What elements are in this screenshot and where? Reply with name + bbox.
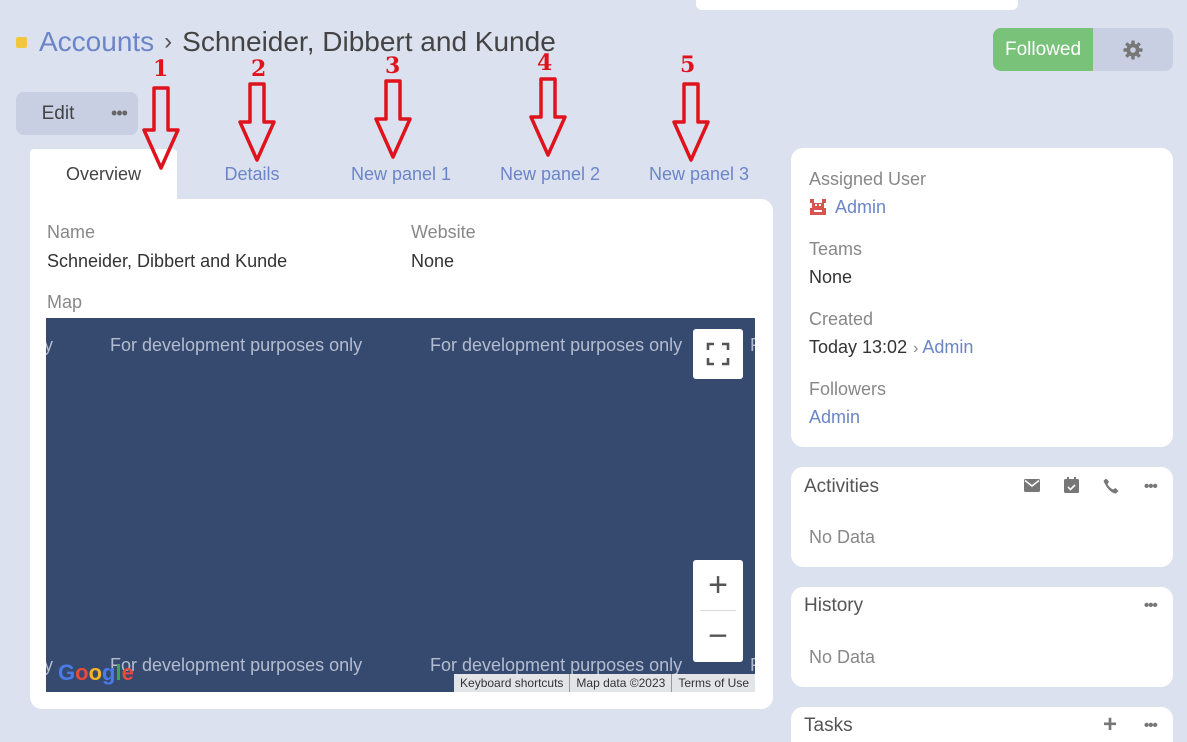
page-title: Schneider, Dibbert and Kunde	[182, 26, 556, 57]
map-attribution: Keyboard shortcuts Map data ©2023 Terms …	[454, 674, 755, 692]
activities-empty-text: No Data	[809, 527, 876, 547]
annotation-arrow-icon	[238, 82, 276, 162]
activities-title: Activities	[804, 476, 879, 497]
add-task-button[interactable]: +	[1103, 711, 1117, 739]
followed-button[interactable]: Followed	[993, 28, 1093, 71]
fullscreen-button[interactable]	[693, 329, 743, 379]
created-row: Today 13:02 › Admin	[809, 337, 973, 358]
edit-button-group: Edit •••	[16, 92, 138, 135]
annotation-arrow-icon	[529, 77, 567, 157]
created-separator: ›	[913, 340, 919, 357]
created-value: Today 13:02	[809, 337, 908, 357]
avatar	[809, 198, 827, 216]
created-by-link[interactable]: Admin	[922, 337, 973, 358]
side-info-panel	[791, 148, 1173, 447]
history-more-icon[interactable]: •••	[1144, 597, 1158, 614]
scope-color-icon	[16, 36, 27, 48]
name-label: Name	[47, 222, 96, 242]
zoom-control: + −	[693, 560, 743, 662]
annotation-number: 5	[680, 52, 696, 78]
breadcrumb-separator: ›	[164, 28, 173, 55]
tasks-more-icon[interactable]: •••	[1144, 717, 1158, 734]
annotation-number: 3	[385, 53, 401, 79]
edit-button[interactable]: Edit	[16, 92, 100, 135]
website-value: None	[411, 251, 455, 271]
map-watermark: For development purposes only	[430, 335, 683, 355]
calendar-icon[interactable]	[1064, 477, 1079, 493]
map-watermark: For development purposes only	[430, 655, 683, 675]
annotation-number: 2	[251, 56, 267, 82]
follower-link[interactable]: Admin	[809, 407, 860, 428]
followers-label: Followers	[809, 379, 887, 399]
website-label: Website	[411, 222, 476, 242]
assigned-user-link[interactable]: Admin	[835, 197, 886, 218]
zoom-out-button[interactable]: −	[693, 611, 743, 661]
map-watermark: y	[46, 335, 53, 355]
search-box[interactable]	[696, 0, 1018, 10]
activities-more-icon[interactable]: •••	[1144, 478, 1158, 495]
map-label: Map	[47, 292, 83, 312]
map-watermark: For development purposes only	[110, 335, 363, 355]
map-watermark: y	[46, 655, 53, 675]
map-watermark: For development purposes only	[110, 655, 363, 675]
annotation-arrow-icon	[672, 82, 710, 162]
more-actions-button[interactable]: •••	[100, 92, 138, 135]
terms-of-use-link[interactable]: Terms of Use	[671, 674, 755, 692]
phone-icon[interactable]	[1103, 478, 1119, 494]
annotation-number: 1	[153, 56, 169, 82]
gear-icon	[1123, 40, 1143, 59]
map[interactable]: y For development purposes only For deve…	[46, 318, 755, 692]
annotation-arrow-icon	[374, 79, 412, 159]
name-value: Schneider, Dibbert and Kunde	[47, 251, 288, 271]
teams-label: Teams	[809, 239, 863, 259]
assigned-user-label: Assigned User	[809, 169, 927, 189]
history-empty-text: No Data	[809, 647, 876, 667]
map-watermark: F	[750, 655, 755, 676]
fullscreen-icon	[706, 342, 730, 366]
created-label: Created	[809, 309, 874, 329]
follow-button-group: Followed	[993, 28, 1173, 71]
annotation-number: 4	[537, 50, 553, 76]
zoom-in-button[interactable]: +	[693, 560, 743, 610]
tasks-title: Tasks	[804, 715, 853, 736]
map-watermark: F	[750, 335, 755, 356]
history-title: History	[804, 595, 864, 616]
breadcrumb-accounts-link[interactable]: Accounts	[39, 26, 154, 58]
settings-button[interactable]	[1093, 28, 1173, 71]
annotation-arrow-icon	[142, 86, 180, 170]
teams-value: None	[809, 267, 853, 287]
map-data-text: Map data ©2023	[569, 674, 671, 692]
email-icon[interactable]	[1024, 479, 1040, 492]
keyboard-shortcuts-link[interactable]: Keyboard shortcuts	[454, 674, 569, 692]
breadcrumb: Accounts › Schneider, Dibbert and Kunde	[16, 24, 556, 60]
google-logo: Google	[58, 660, 134, 685]
